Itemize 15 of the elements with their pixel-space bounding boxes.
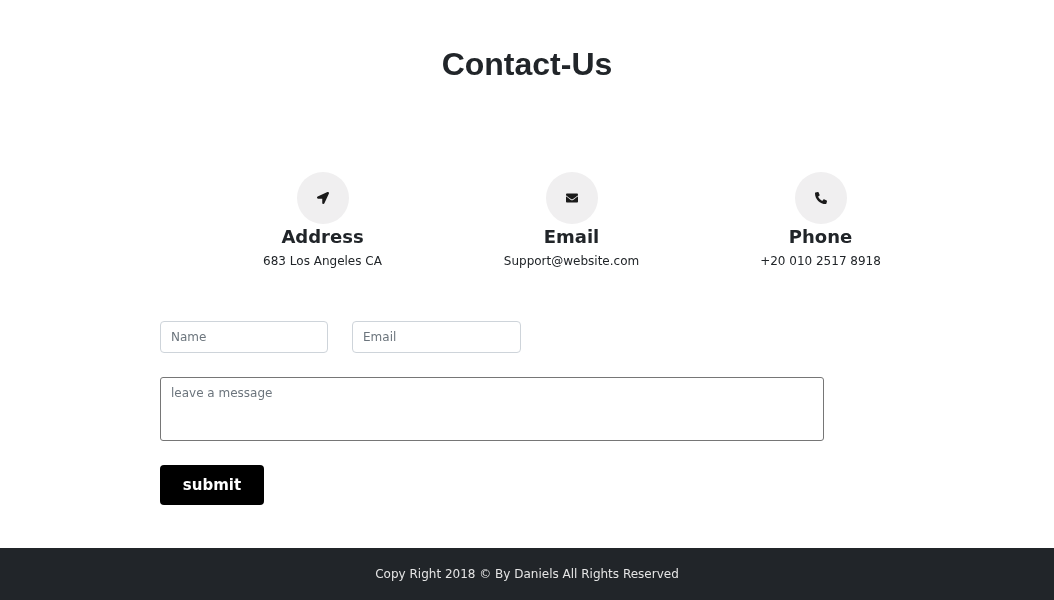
email-field[interactable]: Email [352, 321, 521, 353]
info-text: 683 Los Angeles CA [263, 253, 382, 269]
info-text: Support@website.com [503, 253, 640, 269]
page-title: Contact-Us [441, 45, 613, 84]
location-arrow-icon [316, 192, 329, 204]
info-heading: Address [281, 225, 364, 249]
name-field[interactable]: Name [160, 321, 328, 353]
submit-button[interactable]: submit [160, 465, 264, 505]
copyright-text: Copy Right 2018 © By Daniels All Rights Reserved [375, 566, 679, 583]
info-heading: Phone [788, 225, 853, 249]
info-heading: Email [543, 225, 600, 249]
phone-icon [814, 192, 827, 204]
message-field[interactable]: leave a message [160, 377, 824, 441]
envelope-icon [565, 192, 578, 204]
info-text: +20 010 2517 8918 [760, 253, 881, 269]
